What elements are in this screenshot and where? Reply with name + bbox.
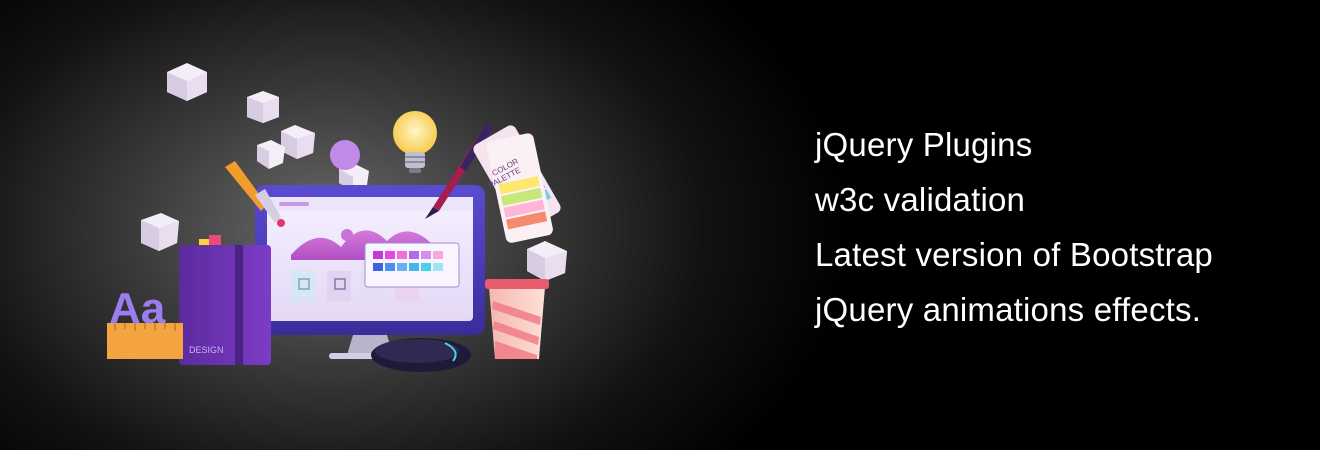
sphere-icon — [330, 140, 360, 170]
monitor-icon — [255, 185, 485, 359]
cube-icon — [247, 91, 279, 123]
feature-item: jQuery Plugins — [815, 126, 1033, 163]
book-label: DESIGN — [189, 345, 224, 355]
cube-icon — [257, 140, 285, 169]
web-design-illustration: COLOR PALETTE DESIGN Aa — [107, 63, 567, 372]
cube-icon — [167, 63, 207, 101]
hero-banner: COLOR PALETTE DESIGN Aa jQuery Plugins w… — [0, 0, 1320, 450]
light-bulb-icon — [393, 111, 437, 173]
feature-list: jQuery Plugins w3c validation Latest ver… — [815, 117, 1213, 337]
cube-icon — [281, 125, 315, 159]
feature-item: jQuery animations effects. — [815, 291, 1202, 328]
typography-icon: Aa — [107, 284, 183, 359]
feature-item: Latest version of Bootstrap — [815, 236, 1213, 273]
letters-label: Aa — [109, 284, 166, 333]
feature-item: w3c validation — [815, 181, 1026, 218]
cube-icon — [527, 241, 567, 281]
computer-mouse-icon — [371, 338, 471, 372]
coffee-cup-icon — [485, 279, 549, 359]
sketchbook-icon: DESIGN — [179, 235, 271, 365]
cube-icon — [141, 213, 179, 251]
